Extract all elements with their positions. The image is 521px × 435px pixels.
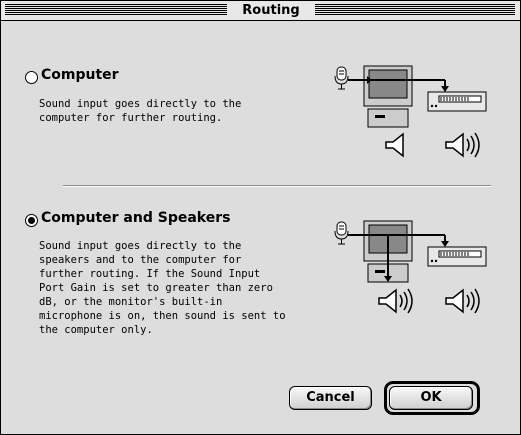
title-bar-stripes [315,4,515,15]
computer-radio[interactable] [25,71,38,84]
dialog-content: Computer Sound input goes directly to th… [1,21,520,434]
microphone-icon [334,221,349,245]
computer-and-speakers-option-label[interactable]: Computer and Speakers [41,210,230,226]
routing-diagram-computer-and-speakers [334,220,487,314]
title-bar[interactable]: Routing [1,1,520,21]
computer-option-description: Sound input goes directly to the compute… [39,98,242,124]
speaker-on-icon [378,288,413,314]
window-title: Routing [227,1,315,20]
monitor-icon [363,65,413,128]
computer-and-speakers-radio[interactable] [25,214,38,227]
speaker-on-icon [445,132,480,158]
section-divider [63,185,491,187]
external-speaker-icon [427,91,487,112]
routing-dialog: Routing Computer Sound input goes direct… [0,0,521,435]
speaker-muted-icon [385,132,404,158]
title-bar-stripes [5,4,227,15]
speaker-on-icon [445,288,480,314]
external-speaker-icon [427,246,487,267]
routing-diagram-computer [334,65,487,158]
computer-option-label[interactable]: Computer [41,67,119,83]
computer-and-speakers-option-description: Sound input goes directly to the speaker… [39,240,286,336]
ok-button[interactable]: OK [389,386,473,410]
cancel-button[interactable]: Cancel [289,386,372,410]
microphone-icon [334,66,349,90]
